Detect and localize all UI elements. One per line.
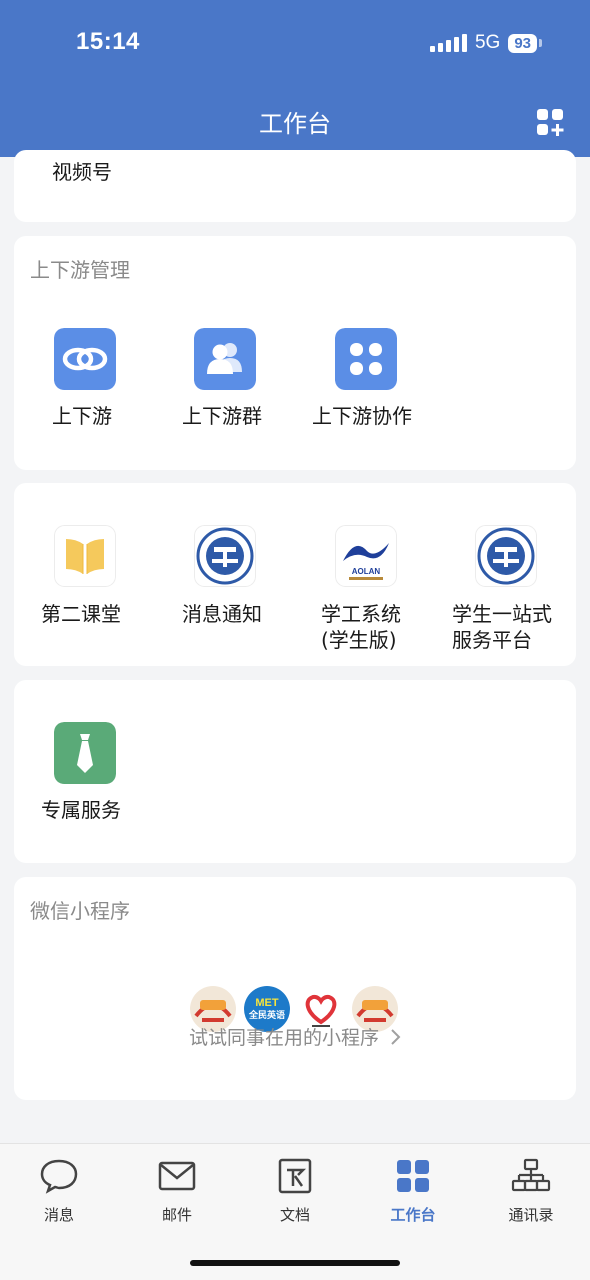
tie-icon: [54, 722, 116, 784]
chat-bubble-icon: [40, 1159, 78, 1194]
signal-icon: [429, 34, 467, 52]
app-label: 学工系统 (学生版): [321, 601, 401, 653]
battery-level: 93: [508, 33, 537, 53]
book-icon: [54, 525, 116, 587]
mail-icon: [158, 1161, 196, 1191]
app-label-line: 服务平台: [452, 628, 532, 652]
section-title: 上下游管理: [30, 258, 130, 282]
tab-label: 工作台: [390, 1206, 436, 1224]
tab-label: 消息: [43, 1206, 74, 1224]
page-title: 工作台: [259, 110, 331, 138]
tab-messages[interactable]: 消息: [9, 1158, 109, 1225]
status-time: 15:14: [76, 28, 140, 55]
aolan-logo-text: AOLAN: [352, 567, 381, 576]
app-label: 第二课堂: [41, 602, 121, 626]
group-icon: [194, 328, 256, 390]
home-indicator: [190, 1260, 400, 1266]
tab-label: 通讯录: [508, 1206, 554, 1224]
link-icon: [54, 328, 116, 390]
app-label: 学生一站式 服务平台: [452, 601, 552, 653]
app-label: 上下游协作: [312, 404, 412, 428]
university-seal-icon: [194, 525, 256, 587]
app-label: 上下游群: [182, 404, 262, 428]
aolan-logo-icon: AOLAN: [335, 525, 397, 587]
upstream-card: 上下游管理 上下游 上下游群 上下游协作: [14, 236, 576, 470]
tab-label: 文档: [279, 1206, 310, 1224]
try-mini-programs-link[interactable]: 试试同事在用的小程序: [0, 1023, 590, 1050]
exclusive-service-card: 专属服务: [14, 680, 576, 863]
chevron-right-icon: [391, 1029, 401, 1045]
app-label-line: (学生版): [321, 628, 397, 652]
grid-dots-icon: [335, 328, 397, 390]
app-label: 上下游: [52, 404, 112, 428]
network-type: 5G: [474, 32, 501, 53]
tab-workbench[interactable]: 工作台: [363, 1158, 463, 1225]
try-mini-programs-text: 试试同事在用的小程序: [188, 1027, 379, 1049]
battery-icon: 93: [508, 33, 542, 53]
document-icon: [278, 1158, 312, 1194]
tab-contacts[interactable]: 通讯录: [481, 1158, 581, 1225]
section-title: 微信小程序: [30, 899, 130, 923]
channels-card: 视频号: [14, 150, 576, 222]
tab-mail[interactable]: 邮件: [127, 1158, 227, 1225]
app-label-line: 学工系统: [321, 602, 401, 626]
school-apps-card: 第二课堂 消息通知 AOLAN 学工系统 (学生版) 学生一站式 服务平台: [14, 483, 576, 666]
org-chart-icon: [511, 1158, 551, 1192]
video-channel-item[interactable]: 视频号: [52, 156, 112, 185]
top-header: 15:14 5G 93 工作台: [0, 0, 590, 157]
workbench-grid-icon: [397, 1160, 429, 1192]
add-app-grid-icon[interactable]: [536, 108, 566, 138]
app-label: 专属服务: [41, 798, 121, 822]
app-label-line: 学生一站式: [452, 602, 552, 626]
met-logo-subtext: 全民英语: [248, 1009, 285, 1021]
status-indicators: 5G 93: [429, 32, 542, 54]
university-seal-icon: [475, 525, 537, 587]
app-label: 消息通知: [182, 602, 262, 626]
met-logo-text: MET: [255, 997, 279, 1009]
tab-label: 邮件: [161, 1206, 192, 1224]
tab-documents[interactable]: 文档: [245, 1158, 345, 1225]
